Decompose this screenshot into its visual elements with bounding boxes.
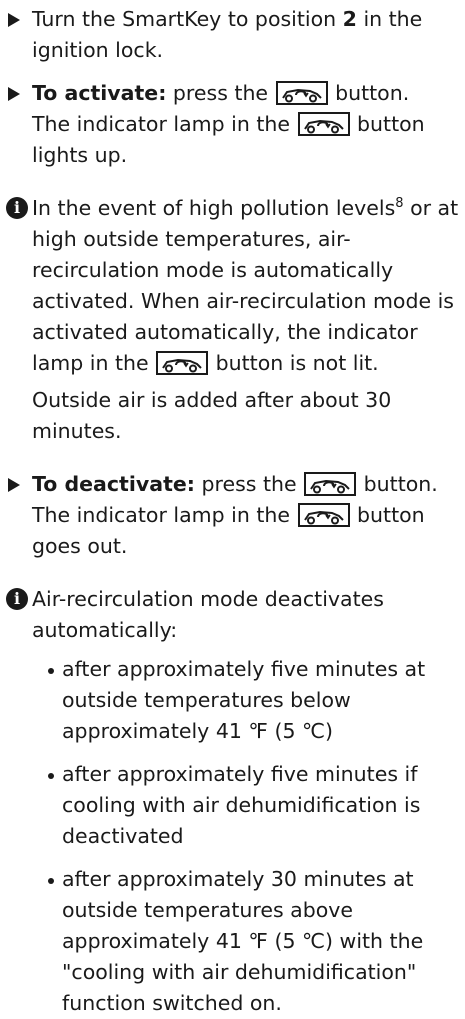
step-text: press the bbox=[166, 81, 275, 105]
deactivation-conditions-list: after approximately five minutes at outs… bbox=[32, 654, 461, 1019]
air-recirculation-button-icon bbox=[304, 472, 357, 496]
step-deactivate: To deactivate: press the button. The ind… bbox=[6, 469, 461, 562]
step-text: button. bbox=[357, 472, 438, 496]
step-arrow-icon bbox=[8, 478, 20, 492]
step-text: The indicator lamp in the bbox=[32, 503, 297, 527]
note-auto-deactivation: i Air-recirculation mode deactivates aut… bbox=[6, 584, 461, 1019]
info-icon: i bbox=[6, 197, 28, 219]
step-text: button. bbox=[328, 81, 410, 105]
list-item: after approximately five minutes if cool… bbox=[48, 759, 461, 852]
air-recirculation-button-icon bbox=[156, 351, 209, 375]
step-arrow-icon bbox=[8, 13, 20, 27]
step-text: press the bbox=[194, 472, 304, 496]
activate-label: To activate: bbox=[32, 81, 167, 105]
info-icon: i bbox=[6, 588, 28, 610]
ignition-position: 2 bbox=[342, 7, 357, 31]
note-text: Air-recirculation mode deactivates autom… bbox=[32, 587, 384, 642]
air-recirculation-button-icon bbox=[275, 81, 328, 105]
step-turn-smartkey: Turn the SmartKey to position 2 in the i… bbox=[6, 4, 461, 66]
note-high-pollution: i In the event of high pollution levels8… bbox=[6, 193, 461, 447]
step-text: The indicator lamp in the bbox=[32, 112, 297, 136]
note-text: button is not lit. bbox=[209, 351, 379, 375]
air-recirculation-button-icon bbox=[297, 112, 350, 136]
deactivate-label: To deactivate: bbox=[32, 472, 195, 496]
step-text: Turn the SmartKey to position bbox=[32, 7, 343, 31]
manual-page: Turn the SmartKey to position 2 in the i… bbox=[0, 0, 465, 1015]
footnote-marker: 8 bbox=[395, 196, 404, 212]
note-text: or at high outside temperatures, air-rec… bbox=[32, 196, 459, 375]
step-arrow-icon bbox=[8, 87, 20, 101]
air-recirculation-button-icon bbox=[297, 503, 350, 527]
list-item: after approximately five minutes at outs… bbox=[48, 654, 461, 747]
step-activate: To activate: press the button. The indic… bbox=[6, 78, 461, 171]
note-paragraph: Outside air is added after about 30 minu… bbox=[32, 388, 392, 443]
list-item: after approximately 30 minutes at outsid… bbox=[48, 864, 461, 1019]
note-text: In the event of high pollution levels bbox=[32, 196, 396, 220]
